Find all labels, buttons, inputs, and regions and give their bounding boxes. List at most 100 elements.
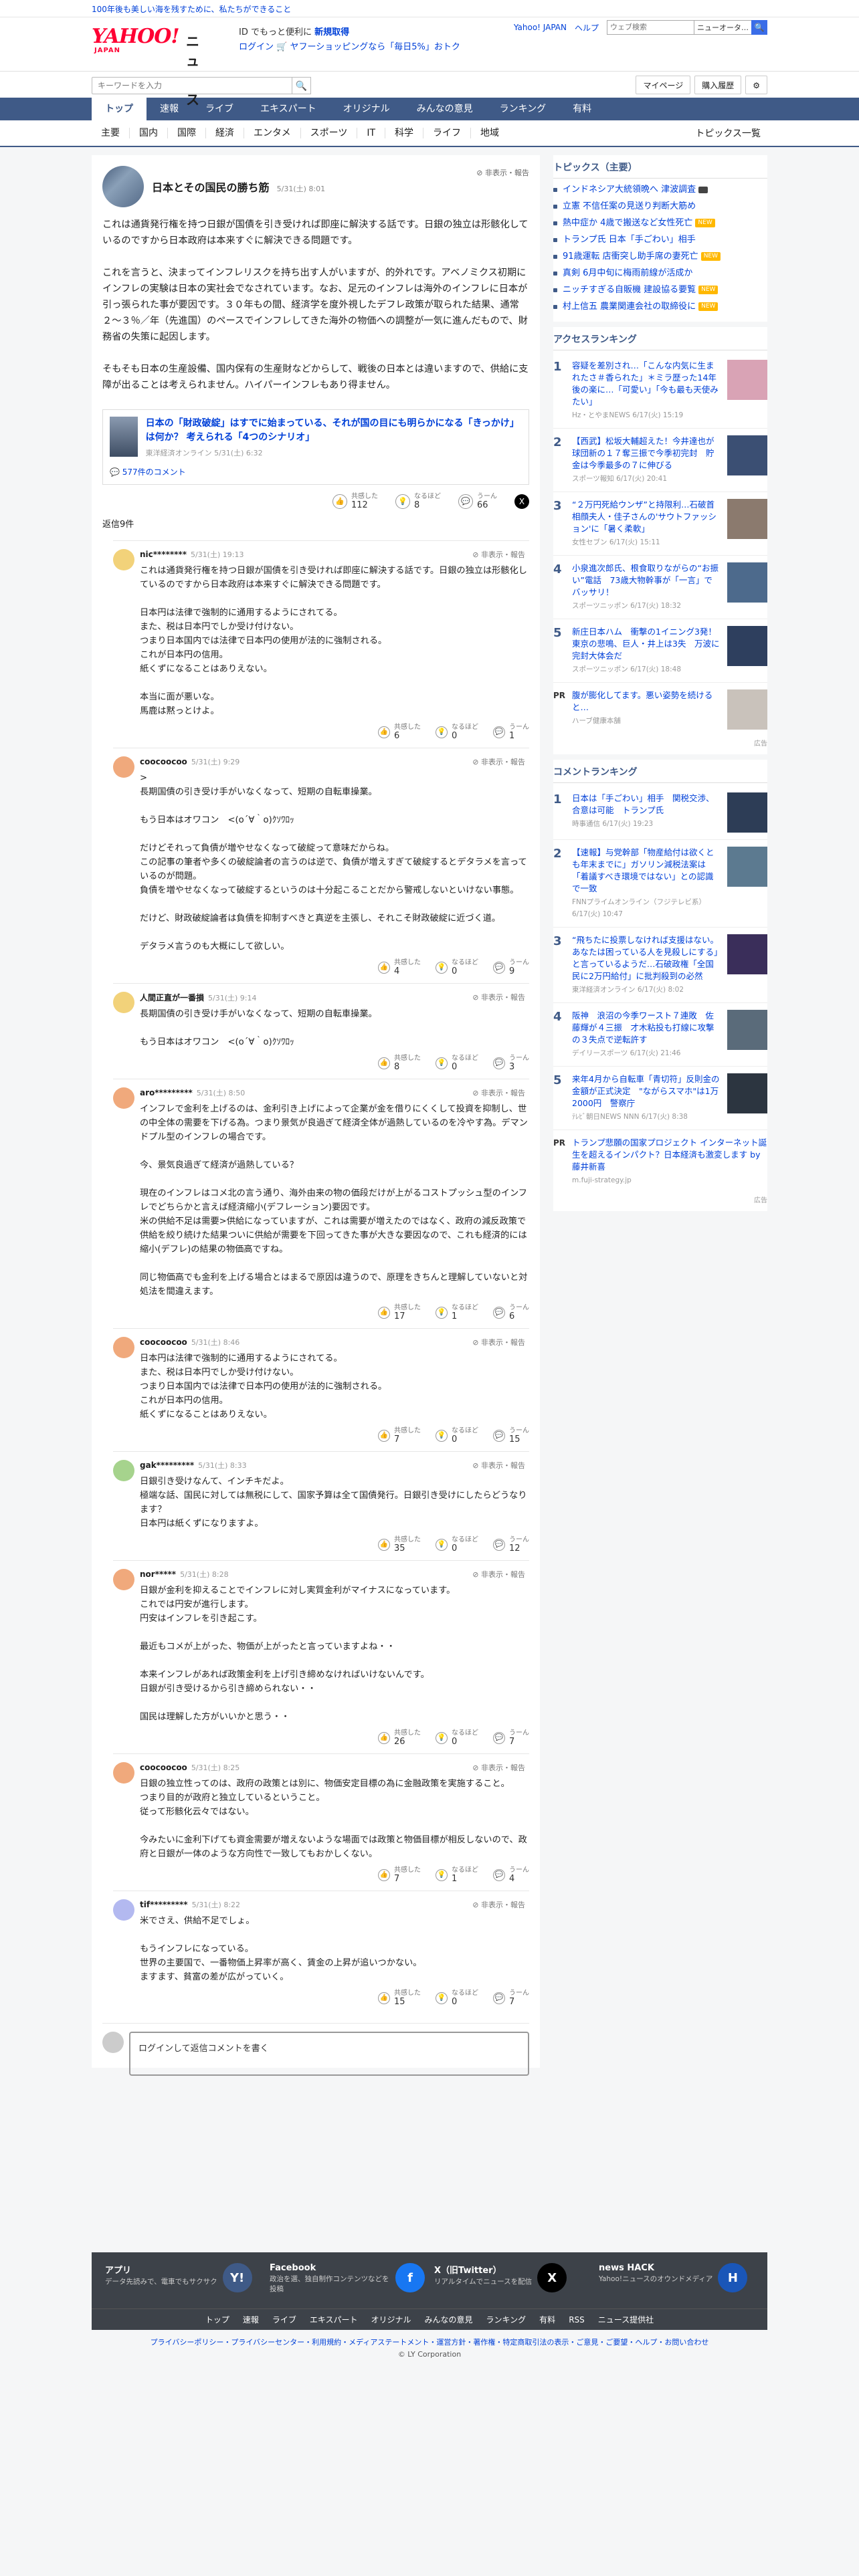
- reaction-button[interactable]: 💬 うーん 7: [493, 1990, 529, 2007]
- category-nav-item[interactable]: ライフ: [423, 128, 472, 138]
- footer-app-item[interactable]: news HACK Yahoo!ニュースのオウンドメディア H: [599, 2263, 754, 2309]
- reaction-button[interactable]: 💬 うーん 4: [493, 1866, 529, 1884]
- footer-nav-item[interactable]: ライブ: [272, 2314, 296, 2325]
- reply-user[interactable]: aro********* 5/31(土) 8:50: [140, 1087, 529, 1098]
- top-banner-text[interactable]: 100年後も美しい海を残すために、私たちができること: [92, 3, 291, 15]
- x-icon[interactable]: X: [537, 2263, 567, 2292]
- hide-report-link[interactable]: ⊘ 非表示・報告: [472, 1337, 525, 1348]
- reply-username[interactable]: nic********: [140, 550, 187, 559]
- ranking-title[interactable]: 阪神 浪沼の今季ワースト７連敗 佐藤輝が４三振 才木粘投も打線に攻撃の３失点で逆…: [572, 1010, 714, 1045]
- topic-item[interactable]: 立憲 不信任案の見送り判断大筋め: [553, 198, 767, 215]
- hide-report-link[interactable]: ⊘ 非表示・報告: [472, 756, 525, 767]
- reply-user[interactable]: coocoocoo 5/31(土) 9:29: [140, 756, 529, 767]
- global-nav-item[interactable]: トップ: [92, 98, 147, 120]
- topic-item[interactable]: 熱中症か 4歳で搬送など女性死亡 NEW: [553, 215, 767, 231]
- app-icon[interactable]: Y!: [222, 2263, 252, 2292]
- user-avatar[interactable]: [113, 756, 134, 778]
- newshack-icon[interactable]: H: [718, 2263, 748, 2292]
- footer-app-item[interactable]: X（旧Twitter） リアルタイムでニュースを配信 X: [434, 2263, 589, 2309]
- footer-nav-item[interactable]: トップ: [205, 2314, 229, 2325]
- footer-nav-item[interactable]: 速報: [243, 2314, 259, 2325]
- reaction-button[interactable]: 💡 なるほど 0: [436, 724, 478, 741]
- global-nav-item[interactable]: 速報: [147, 98, 192, 120]
- topic-item[interactable]: ニッチすぎる自販機 建設協る要覧 NEW: [553, 282, 767, 298]
- hide-report-link[interactable]: ⊘ 非表示・報告: [472, 1569, 525, 1580]
- reply-username[interactable]: aro*********: [140, 1088, 193, 1097]
- settings-button[interactable]: ⚙: [745, 76, 767, 94]
- reaction-button[interactable]: 👍 共感した 8: [378, 1055, 421, 1072]
- topic-text[interactable]: トランプ氏 日本「手ごわい」相手: [563, 231, 696, 248]
- reply-user[interactable]: coocoocoo 5/31(土) 8:46: [140, 1337, 529, 1348]
- ranking-item[interactable]: 1 容疑を差別され…「こんな内気に生まれたさ＃香られた」＊ミラ歴った14年後の楽に…: [553, 353, 767, 429]
- user-avatar[interactable]: [113, 1460, 134, 1481]
- category-nav-item[interactable]: 科学: [385, 128, 424, 138]
- reaction-button[interactable]: 💡 なるほど 8: [395, 493, 441, 510]
- reaction-button[interactable]: 💬 うーん 9: [493, 959, 529, 976]
- reaction-button[interactable]: 💬 うーん 6: [493, 1304, 529, 1321]
- topic-text[interactable]: 真剣 6月中旬に梅雨前線が活成か: [563, 265, 692, 282]
- footer-nav-item[interactable]: ランキング: [486, 2314, 527, 2325]
- ranking-item[interactable]: 3 “飛ちたに投票しなければ支援はない。あなたは困っている人を見殺しにする」と言っ…: [553, 928, 767, 1003]
- reply-username[interactable]: tif*********: [140, 1900, 188, 1909]
- reaction-button[interactable]: 💡 なるほど 0: [436, 1990, 478, 2007]
- user-avatar[interactable]: [113, 549, 134, 570]
- search-scope-select[interactable]: ニューオータ…: [694, 20, 751, 35]
- reaction-button[interactable]: 💡 なるほど 0: [436, 1536, 478, 1553]
- ranking-item[interactable]: 2 【西武】松坂大輔超えた！今井達也が球団新の１７奪三振で今季初完封 貯金は今季最…: [553, 429, 767, 492]
- reaction-button[interactable]: 👍 共感した 7: [378, 1427, 421, 1444]
- reaction-button[interactable]: 💬 うーん 66: [458, 493, 497, 510]
- reaction-button[interactable]: 💡 なるほど 0: [436, 1729, 478, 1747]
- footer-nav-item[interactable]: みんなの意見: [425, 2314, 473, 2325]
- article-card-title[interactable]: 日本の「財政破綻」はすでに始まっている、それが国の目にも明らかになる「きっかけ」…: [146, 417, 522, 445]
- x-share-icon[interactable]: X: [514, 494, 529, 509]
- pr-item[interactable]: PR トランプ悲願の国家プロジェクト インターネット誕生を超えるインパクト？日本…: [553, 1130, 767, 1193]
- ranking-item[interactable]: 2 【速報】与党幹部「物産給付は欲くとも年末までに」ガソリン減税法案は「着議すべき…: [553, 840, 767, 928]
- ranking-title[interactable]: “飛ちたに投票しなければ支援はない。あなたは困っている人を見殺しにする」と言って…: [572, 935, 719, 981]
- category-nav-item[interactable]: 地域: [471, 128, 508, 138]
- global-nav-item[interactable]: エキスパート: [247, 98, 330, 120]
- ranking-item[interactable]: 5 新庄日本ハム 衝撃の1イニング3発！東京の悲鳴、巨人・井上は3失 万波に完封大…: [553, 619, 767, 683]
- facebook-icon[interactable]: f: [395, 2263, 425, 2292]
- reply-user[interactable]: 人間正直が一番損 5/31(土) 9:14: [140, 992, 529, 1003]
- reply-user[interactable]: nor***** 5/31(土) 8:28: [140, 1569, 529, 1580]
- reply-user[interactable]: tif********* 5/31(土) 8:22: [140, 1899, 529, 1910]
- reaction-button[interactable]: 💡 なるほど 0: [436, 1055, 478, 1072]
- global-nav-item[interactable]: ランキング: [486, 98, 560, 120]
- pr-item[interactable]: PR 腹が膨化してます。悪い姿勢を続けると… ハーブ健康本舗: [553, 683, 767, 736]
- ranking-title[interactable]: 【速報】与党幹部「物産給付は欲くとも年末までに」ガソリン減税法案は「着議すべき環…: [572, 847, 714, 893]
- reply-user[interactable]: gak********* 5/31(土) 8:33: [140, 1460, 529, 1471]
- yahoo-news-logo[interactable]: YAHOO! JAPAN ニュース: [92, 27, 199, 108]
- global-nav-item[interactable]: オリジナル: [330, 98, 403, 120]
- footer-nav-item[interactable]: ニュース提供社: [598, 2314, 654, 2325]
- login-link[interactable]: ログイン: [239, 42, 274, 52]
- hide-report-link[interactable]: ⊘ 非表示・報告: [472, 1762, 525, 1773]
- reaction-button[interactable]: 💬 うーん 7: [493, 1729, 529, 1747]
- reaction-button[interactable]: 💡 なるほど 1: [436, 1866, 478, 1884]
- global-nav-item[interactable]: ライブ: [192, 98, 247, 120]
- shopping-promo-link[interactable]: ヤフーショッピングなら「毎日5%」おトク: [290, 42, 460, 52]
- footer-nav-item[interactable]: エキスパート: [310, 2314, 358, 2325]
- reaction-button[interactable]: 👍 共感した 26: [378, 1729, 421, 1747]
- topic-item[interactable]: 村上信五 農業関連会社の取締役に NEW: [553, 298, 767, 315]
- reaction-button[interactable]: 👍 共感した 7: [378, 1866, 421, 1884]
- hide-report-link[interactable]: ⊘ 非表示・報告: [472, 1460, 525, 1471]
- reaction-button[interactable]: 💬 うーん 3: [493, 1055, 529, 1072]
- hide-report-link[interactable]: ⊘ 非表示・報告: [472, 1899, 525, 1910]
- reply-user[interactable]: coocoocoo 5/31(土) 8:25: [140, 1762, 529, 1773]
- ranking-title[interactable]: “２万円死給ウンザ”と持限利…石破首相顔夫人・佳子さんの'サウトファッション'に…: [572, 500, 717, 534]
- reaction-button[interactable]: 👍 共感した 6: [378, 724, 421, 741]
- reaction-button[interactable]: 👍 共感した 112: [332, 493, 378, 510]
- topic-text[interactable]: 91歳運転 店衝突し助手席の妻死亡: [563, 248, 698, 265]
- reaction-button[interactable]: 💬 うーん 12: [493, 1536, 529, 1553]
- topic-text[interactable]: ニッチすぎる自販機 建設協る要覧: [563, 282, 696, 298]
- topic-text[interactable]: 村上信五 農業関連会社の取締役に: [563, 298, 696, 315]
- reaction-button[interactable]: 👍 共感した 17: [378, 1304, 421, 1321]
- history-button[interactable]: 購入履歴: [694, 76, 742, 94]
- global-nav-item[interactable]: みんなの意見: [403, 98, 486, 120]
- mypage-button[interactable]: マイページ: [636, 76, 691, 94]
- hide-report-link[interactable]: ⊘ 非表示・報告: [476, 167, 529, 178]
- user-avatar[interactable]: [113, 1899, 134, 1921]
- topic-item[interactable]: 91歳運転 店衝突し助手席の妻死亡 NEW: [553, 248, 767, 265]
- topic-item[interactable]: トランプ氏 日本「手ごわい」相手: [553, 231, 767, 248]
- user-avatar[interactable]: [113, 1762, 134, 1784]
